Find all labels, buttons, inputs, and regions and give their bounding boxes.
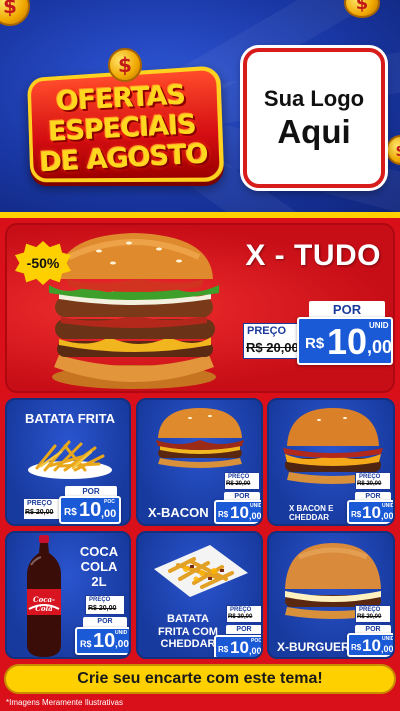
old-price-box: PREÇO R$ 20,00 bbox=[224, 472, 260, 490]
preco-label: PREÇO bbox=[230, 607, 252, 613]
product-name: X BACON E CHEDDAR bbox=[289, 504, 333, 522]
old-price-box: PREÇO R$ 20,00 bbox=[355, 472, 391, 490]
unit-label: UNID bbox=[369, 321, 389, 330]
price-tag: PREÇO R$ 20,00 POR bbox=[351, 472, 393, 502]
unit-label: UNID bbox=[382, 636, 395, 642]
currency-label: R$ bbox=[218, 645, 229, 654]
currency-label: R$ bbox=[218, 510, 229, 519]
product-name-line: X BACON E bbox=[289, 504, 334, 513]
price-integer: 10 bbox=[93, 630, 116, 652]
unit-label: POC bbox=[251, 638, 262, 644]
price-tag: PREÇO R$ 20,00 POR R$ 10 ,00 POC bbox=[214, 605, 262, 657]
old-price-box: PREÇO R$ 20,00 bbox=[85, 595, 125, 615]
old-price: R$ 20,00 bbox=[357, 614, 382, 620]
product-name: X-BACON bbox=[148, 505, 209, 520]
old-price: R$ 20,00 bbox=[357, 481, 382, 487]
por-label: POR bbox=[83, 617, 127, 627]
price-tag: R$ 10 ,00 UNID bbox=[214, 500, 263, 524]
old-price: R$ 20,00 bbox=[226, 481, 251, 487]
promo-title: Ofertas Especiais de Agosto bbox=[20, 79, 224, 179]
product-card-batata-cheddar[interactable]: BATATA FRITA COM CHEDDAR PREÇO R$ 20,00 … bbox=[136, 531, 263, 659]
new-price: R$ 10 ,00 UNID bbox=[347, 633, 395, 657]
product-name: X-BURGUER bbox=[277, 640, 350, 654]
fries-image bbox=[28, 440, 112, 479]
price-cents: ,00 bbox=[381, 644, 394, 654]
price-cents: ,00 bbox=[367, 337, 393, 357]
currency-label: R$ bbox=[305, 335, 325, 352]
product-card-x-burguer[interactable]: PREÇO R$ 20,00 POR X-BURGUER R$ 10 ,00 U… bbox=[267, 531, 395, 659]
disclaimer-text: *Imagens Meramente Ilustrativas bbox=[6, 698, 123, 707]
price-integer: 10 bbox=[362, 636, 381, 655]
preco-label: PREÇO bbox=[228, 474, 250, 480]
cta-button[interactable]: Crie seu encarte com este tema! bbox=[4, 664, 396, 694]
old-price: R$ 20,00 bbox=[228, 614, 253, 620]
product-name-line: COCA bbox=[79, 544, 119, 559]
price-integer: 10 bbox=[362, 503, 381, 522]
new-price: R$ 10 ,00 POC bbox=[214, 635, 262, 657]
currency-label: R$ bbox=[351, 643, 362, 652]
flyer: $ $ $ $ Ofertas Especiais de Agosto Sua … bbox=[0, 0, 400, 711]
currency-label: R$ bbox=[351, 510, 362, 519]
price-tag: PREÇO R$ 20,00 POR bbox=[351, 605, 393, 635]
currency-label: R$ bbox=[80, 639, 92, 649]
product-name-line: 2L bbox=[91, 573, 107, 589]
product-name-line: COLA bbox=[80, 558, 118, 574]
price-tag: R$ 10 ,00 UNID bbox=[347, 633, 395, 657]
product-name-line: CHEDDAR bbox=[289, 513, 329, 523]
price-cents: ,00 bbox=[115, 639, 129, 650]
hero-product-name: X - TUDO bbox=[245, 239, 381, 272]
coin-icon: $ bbox=[108, 48, 142, 82]
hero-product-card[interactable]: -50% X - TUDO POR PREÇO R$ 20,00 R$ 10 ,… bbox=[5, 223, 395, 393]
product-card-x-bacon-cheddar[interactable]: PREÇO R$ 20,00 POR X BACON E CHEDDAR R$ … bbox=[267, 398, 395, 526]
price-integer: 10 bbox=[230, 638, 249, 657]
new-price: R$ 10 ,00 POC bbox=[59, 496, 121, 524]
unit-label: POC bbox=[104, 499, 115, 505]
preco-label: PREÇO bbox=[27, 500, 52, 507]
preco-label: PREÇO bbox=[359, 607, 381, 613]
unit-label: UNID bbox=[250, 503, 263, 509]
product-card-coca-cola[interactable]: Coca-Cola COCA COLA 2L PREÇO R$ 20,00 PO… bbox=[5, 531, 131, 659]
coin-icon: $ bbox=[0, 0, 30, 26]
burger-image bbox=[156, 408, 244, 468]
price-cents: ,00 bbox=[249, 511, 262, 521]
price-integer: 10 bbox=[230, 503, 249, 522]
price-tag: R$ 10 ,00 UNID bbox=[347, 500, 395, 524]
product-name: COCA COLA 2L bbox=[79, 544, 119, 590]
preco-label: PREÇO bbox=[89, 597, 111, 603]
old-price-box: PREÇO R$ 20,00 bbox=[243, 323, 305, 359]
price-tag: POR PREÇO R$ 20,00 R$ 10 ,00 POC bbox=[11, 486, 129, 524]
currency-label: R$ bbox=[64, 507, 77, 518]
price-cents: ,00 bbox=[101, 508, 117, 520]
unit-label: UNID bbox=[115, 630, 128, 636]
price-cents: ,00 bbox=[249, 646, 262, 656]
product-card-x-bacon[interactable]: PREÇO R$ 20,00 POR X-BACON R$ 10 ,00 UNI… bbox=[136, 398, 263, 526]
preco-label: PREÇO bbox=[359, 474, 381, 480]
logo-line: Aqui bbox=[277, 113, 351, 150]
price-cents: ,00 bbox=[381, 511, 394, 521]
new-price: R$ 10 ,00 UNID bbox=[214, 500, 263, 524]
new-price: R$ 10 ,00 UNID bbox=[75, 627, 129, 655]
logo-line: Sua Logo bbox=[263, 86, 365, 111]
por-label: POR bbox=[226, 625, 261, 634]
hero-price-tag: POR PREÇO R$ 20,00 R$ 10 ,00 UNID bbox=[241, 301, 393, 371]
old-price: R$ 20,00 bbox=[88, 605, 117, 612]
preco-label: PREÇO bbox=[247, 325, 287, 337]
price-integer: 10 bbox=[79, 499, 102, 521]
logo-placeholder[interactable]: Sua Logo Aqui bbox=[243, 48, 385, 188]
old-price-box: PREÇO R$ 20,00 bbox=[355, 605, 391, 623]
old-price-box: PREÇO R$ 20,00 bbox=[226, 605, 261, 623]
fries-cheddar-image bbox=[154, 545, 248, 597]
product-name: BATATA FRITA bbox=[25, 411, 116, 426]
header-banner: $ $ $ $ Ofertas Especiais de Agosto Sua … bbox=[0, 0, 400, 215]
old-price: R$ 20,00 bbox=[25, 509, 54, 516]
bottle-label: Coca-Cola bbox=[33, 595, 55, 613]
unit-label: UNID bbox=[382, 503, 395, 509]
coin-icon: $ bbox=[386, 135, 400, 165]
price-tag: PREÇO R$ 20,00 POR R$ 10 ,00 UNID bbox=[71, 595, 129, 657]
price-integer: 10 bbox=[327, 321, 368, 362]
new-price: R$ 10 ,00 UNID bbox=[297, 317, 393, 365]
new-price: R$ 10 ,00 UNID bbox=[347, 500, 395, 524]
product-card-batata-frita[interactable]: BATATA FRITA POR PREÇO R$ 20,00 R$ 10 ,0… bbox=[5, 398, 131, 526]
old-price: R$ 20,00 bbox=[246, 340, 299, 355]
